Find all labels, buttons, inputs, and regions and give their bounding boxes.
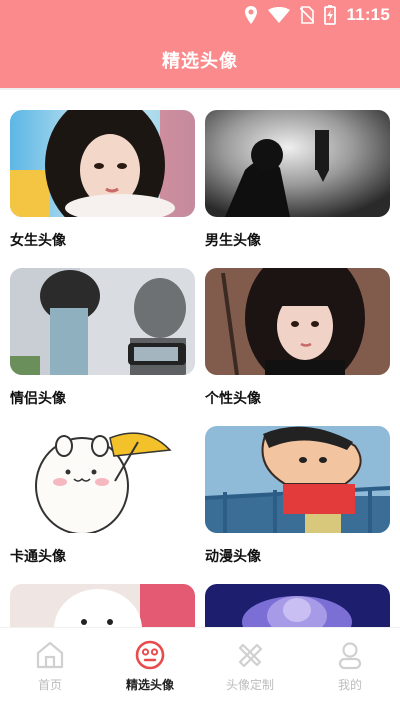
category-thumbnail[interactable] — [205, 584, 390, 627]
nav-item-featured[interactable]: 精选头像 — [100, 628, 200, 712]
category-label: 动漫头像 — [205, 549, 261, 565]
no-sim-icon — [300, 6, 315, 24]
nav-label: 精选头像 — [125, 678, 174, 692]
category-thumbnail[interactable] — [205, 110, 390, 217]
profile-icon — [338, 642, 362, 670]
category-thumbnail[interactable] — [10, 584, 195, 627]
category-card-male[interactable]: 男生头像 — [205, 110, 390, 251]
category-thumbnail[interactable] — [10, 110, 195, 217]
category-label: 女生头像 — [10, 233, 66, 249]
category-label: 情侣头像 — [10, 391, 66, 407]
category-card-female[interactable]: 女生头像 — [10, 110, 195, 251]
category-card-pet[interactable] — [10, 584, 195, 627]
page-title: 精选头像 — [162, 51, 238, 72]
bottom-navigation: 首页 精选头像 头像定制 我的 — [0, 627, 400, 712]
category-card-anime[interactable]: 动漫头像 — [205, 426, 390, 567]
category-thumbnail[interactable] — [205, 268, 390, 375]
category-thumbnail[interactable] — [205, 426, 390, 533]
category-card-scenery[interactable] — [205, 584, 390, 627]
category-thumbnail[interactable] — [10, 426, 195, 533]
category-card-personality[interactable]: 个性头像 — [205, 268, 390, 409]
nav-item-custom[interactable]: 头像定制 — [200, 628, 300, 712]
battery-charging-icon — [324, 5, 337, 25]
tools-icon — [238, 643, 263, 668]
status-bar: 11:15 — [0, 0, 400, 32]
home-icon — [36, 641, 64, 669]
category-label: 卡通头像 — [10, 549, 66, 565]
category-card-cartoon[interactable]: 卡通头像 — [10, 426, 195, 567]
category-label: 个性头像 — [205, 391, 261, 407]
category-label: 男生头像 — [205, 233, 261, 249]
location-icon — [245, 6, 258, 24]
wifi-icon — [268, 7, 291, 23]
nav-label: 我的 — [337, 678, 362, 692]
category-thumbnail[interactable] — [10, 268, 195, 375]
avatar-category-grid: 女生头像 男生头像 情侣头像 个性头像 卡通头像 动漫头像 — [0, 90, 400, 627]
nav-item-mine[interactable]: 我的 — [300, 628, 400, 712]
nav-item-home[interactable]: 首页 — [0, 628, 100, 712]
face-icon — [135, 640, 165, 670]
category-card-couple[interactable]: 情侣头像 — [10, 268, 195, 409]
header: 精选头像 — [0, 32, 400, 88]
nav-label: 头像定制 — [225, 678, 274, 692]
nav-label: 首页 — [37, 678, 62, 692]
status-time: 11:15 — [346, 5, 390, 24]
